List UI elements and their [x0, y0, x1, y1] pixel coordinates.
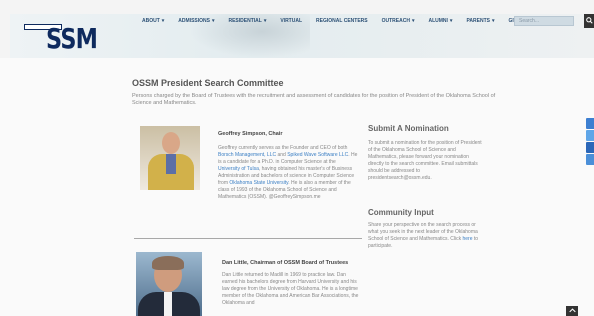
- site-logo[interactable]: SSM: [24, 20, 120, 55]
- link-university-of-tulsa[interactable]: University of Tulsa: [218, 166, 259, 172]
- chevron-down-icon: ▾: [161, 18, 165, 24]
- nav-label: OUTREACH: [381, 18, 410, 24]
- nomination-text: To submit a nomination for the position …: [368, 140, 482, 181]
- chevron-down-icon: ▾: [449, 18, 453, 24]
- link-oklahoma-state-university[interactable]: Oklahoma State University: [229, 180, 288, 186]
- member-name: Dan Little, Chairman of OSSM Board of Tr…: [222, 260, 349, 266]
- link-spiked-wave-software[interactable]: Spiked Wave Software LLC: [287, 152, 348, 158]
- link-borsch-management[interactable]: Borsch Management, LLC: [218, 152, 276, 158]
- member-photo-geoffrey: [140, 126, 200, 190]
- search-input[interactable]: Search...: [514, 16, 574, 26]
- chevron-down-icon: ▾: [491, 18, 495, 24]
- nav-item-alumni[interactable]: ALUMNI ▾: [428, 18, 452, 24]
- nav-label: ADMISSIONS: [178, 18, 210, 24]
- page-title: OSSM President Search Committee: [132, 78, 284, 88]
- community-input-link[interactable]: here: [463, 236, 473, 242]
- nav-label: RESIDENTIAL: [228, 18, 262, 24]
- member-photo-dan: [136, 252, 202, 316]
- nomination-heading: Submit A Nomination: [368, 124, 449, 133]
- chevron-down-icon: ▾: [211, 18, 215, 24]
- nav-item-parents[interactable]: PARENTS ▾: [466, 18, 494, 24]
- page-intro: Persons charged by the Board of Trustees…: [132, 93, 496, 106]
- community-text: Share your perspective on the search pro…: [368, 222, 479, 249]
- twitter-icon[interactable]: [586, 130, 594, 141]
- member-bio: Dan Little returned to Madill in 1969 to…: [222, 272, 359, 306]
- section-divider: [134, 238, 362, 239]
- chevron-down-icon: ▾: [411, 18, 415, 24]
- community-heading: Community Input: [368, 208, 434, 217]
- nav-item-admissions[interactable]: ADMISSIONS ▾: [178, 18, 214, 24]
- nav-item-regional-centers[interactable]: REGIONAL CENTERS: [316, 18, 368, 24]
- nav-label: ABOUT: [142, 18, 160, 24]
- linkedin-icon[interactable]: [586, 142, 594, 153]
- logo-text: SSM: [46, 22, 98, 55]
- nav-item-virtual[interactable]: VIRTUAL: [280, 18, 302, 24]
- chevron-up-icon[interactable]: [566, 306, 578, 316]
- email-icon[interactable]: [586, 154, 594, 165]
- facebook-icon[interactable]: [586, 118, 594, 129]
- chevron-down-icon: ▾: [263, 18, 267, 24]
- main-nav: ABOUT ▾ ADMISSIONS ▾ RESIDENTIAL ▾ VIRTUAL …: [142, 18, 545, 24]
- member-bio: Geoffrey currently serves as the Founder…: [218, 145, 358, 200]
- nav-label: PARENTS: [466, 18, 490, 24]
- nav-label: ALUMNI: [428, 18, 448, 24]
- nav-label: REGIONAL CENTERS: [316, 18, 368, 24]
- nav-item-about[interactable]: ABOUT ▾: [142, 18, 164, 24]
- nav-label: VIRTUAL: [280, 18, 303, 24]
- nav-item-outreach[interactable]: OUTREACH ▾: [382, 18, 415, 24]
- nav-item-residential[interactable]: RESIDENTIAL ▾: [228, 18, 266, 24]
- search-icon[interactable]: [584, 14, 594, 28]
- member-name: Geoffrey Simpson, Chair: [218, 131, 283, 137]
